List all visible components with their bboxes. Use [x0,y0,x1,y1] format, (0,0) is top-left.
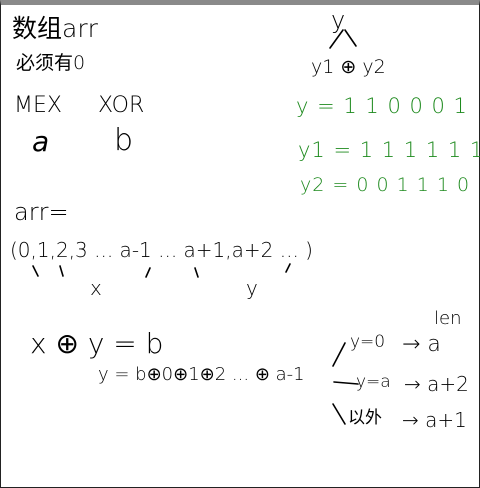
case-1-condition: y=0 [350,332,386,352]
title-line-2: 必须有0 [16,52,86,74]
tick-mark [59,265,64,277]
tree-branch-right [344,29,357,47]
tick-mark [145,267,151,278]
bits-y2: y2 = 0 0 1 1 1 0 [300,174,471,196]
mark-x: x [90,276,102,300]
branch-lower [332,403,346,425]
len-label: len [434,308,462,329]
arr-sequence: (0,1,2,3 ... a-1 ... a+1,a+2 ... ) [10,238,313,262]
tick-mark [285,263,291,273]
case-2-result: → a+2 [404,372,469,396]
label-mex: MEX [14,93,62,118]
bits-y: y = 1 1 0 0 0 1 [296,94,468,118]
bits-y1: y1 = 1 1 1 1 1 1 [298,138,480,162]
branch-upper [332,342,346,367]
equation-main: x ⊕ y = b [30,327,164,360]
var-a: a [32,125,50,158]
case-3-condition: 以外 [348,408,382,428]
case-3-result: → a+1 [402,408,467,432]
tree-root: y [331,6,346,34]
tick-mark [194,267,199,278]
case-2-condition: y=a [356,372,391,392]
branch-middle [333,381,359,385]
tree-children: y1 ⊕ y2 [311,56,386,78]
equation-y: y = b⊕0⊕1⊕2 ... ⊕ a-1 [98,364,305,385]
tick-mark [32,265,39,277]
arr-label: arr= [14,198,69,226]
mark-y: y [246,276,258,300]
title-line-1: 数组arr [12,14,98,43]
var-b: b [114,123,134,158]
label-xor: XOR [98,93,145,118]
case-1-result: → a [402,332,441,357]
